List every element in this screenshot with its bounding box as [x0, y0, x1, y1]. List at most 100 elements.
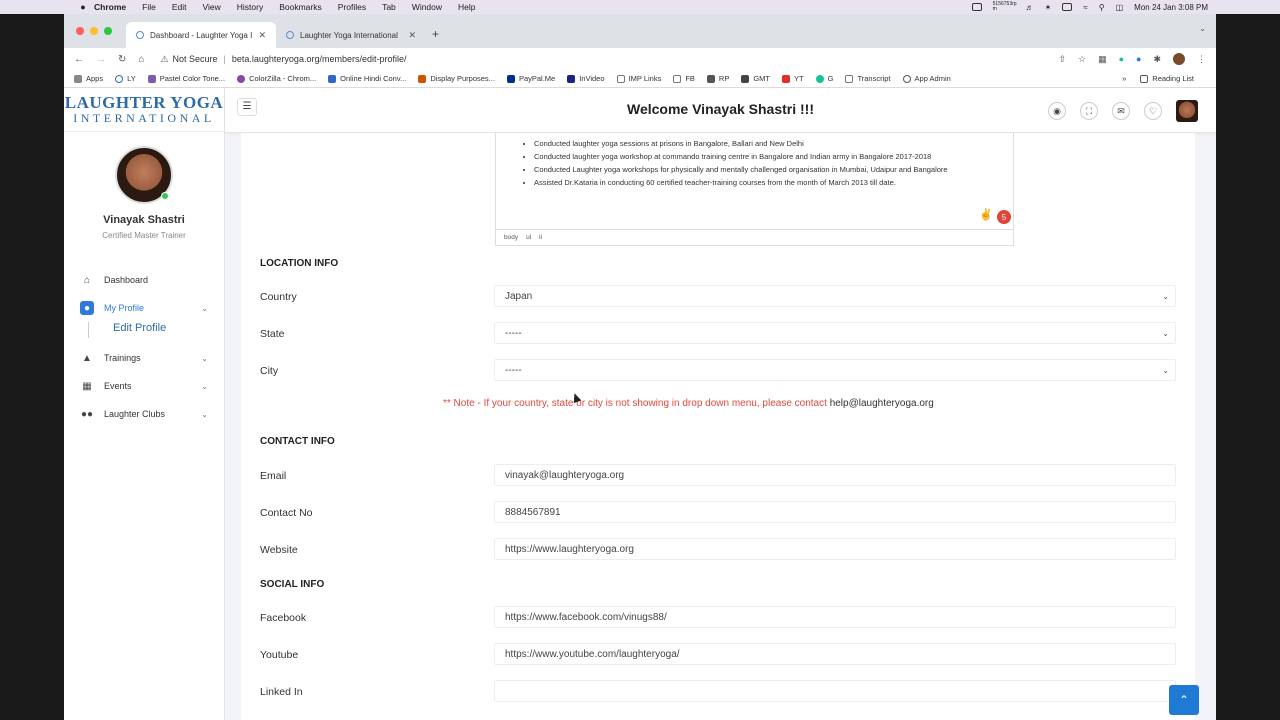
bookmark-pastel[interactable]: Pastel Color Tone...: [147, 74, 225, 83]
battery-icon[interactable]: [1062, 3, 1073, 11]
youtube-field[interactable]: https://www.youtube.com/laughteryoga/: [494, 643, 1176, 665]
tab-laughter-yoga[interactable]: Laughter Yoga International ✕: [276, 22, 426, 48]
menu-profiles[interactable]: Profiles: [338, 2, 366, 12]
bell-icon[interactable]: ♡: [1144, 102, 1162, 120]
extension-icon[interactable]: ▦: [1098, 54, 1107, 65]
state-select[interactable]: ----- ⌄: [494, 322, 1176, 344]
city-select[interactable]: ----- ⌄: [494, 359, 1176, 381]
profile-avatar-icon[interactable]: [1173, 53, 1185, 65]
chevron-down-icon[interactable]: ⌄: [201, 410, 208, 419]
scroll-to-top-button[interactable]: ⌃: [1169, 685, 1199, 715]
grammarly-badge[interactable]: 5: [997, 210, 1011, 224]
linkedin-field[interactable]: [494, 680, 1176, 702]
zoom-window-button[interactable]: [104, 27, 112, 35]
sidebar-subitem-edit-profile[interactable]: Edit Profile: [88, 322, 224, 338]
path-ul[interactable]: ul: [526, 234, 531, 241]
grammarly-icon[interactable]: ●: [1119, 54, 1124, 64]
reload-icon[interactable]: ↻: [118, 54, 126, 65]
volume-icon[interactable]: ♬: [1026, 3, 1034, 12]
sidebar-item-trainings[interactable]: ▲ Trainings ⌄: [64, 344, 224, 372]
bookmark-g[interactable]: G: [815, 74, 833, 83]
help-email-link[interactable]: help@laughteryoga.org: [830, 398, 934, 409]
bookmark-paypal[interactable]: PayPal.Me: [506, 74, 555, 83]
forward-icon[interactable]: →: [96, 54, 106, 65]
sidebar-item-events[interactable]: ▦ Events ⌄: [64, 372, 224, 400]
address-bar[interactable]: ⚠ Not Secure | beta.laughteryoga.org/mem…: [160, 54, 406, 65]
more-bookmarks-icon[interactable]: »: [1122, 74, 1126, 83]
menu-file[interactable]: File: [142, 2, 156, 12]
sidebar-item-laughter-clubs[interactable]: ●● Laughter Clubs ⌄: [64, 400, 224, 428]
bookmark-colorzilla[interactable]: ColorZilla - Chrom...: [237, 74, 316, 83]
sidebar: LAUGHTER YOGA INTERNATIONAL Vinayak Shas…: [64, 88, 225, 720]
country-select[interactable]: Japan ⌄: [494, 285, 1176, 307]
path-li[interactable]: li: [539, 234, 542, 241]
bookmark-hindi[interactable]: Online Hindi Conv...: [328, 74, 406, 83]
chevron-down-icon[interactable]: ⌄: [201, 382, 208, 391]
puzzle-icon[interactable]: ✱: [1153, 54, 1161, 65]
reading-list[interactable]: Reading List: [1140, 74, 1194, 83]
bookmark-yt[interactable]: YT: [782, 74, 804, 83]
wifi-icon[interactable]: ≈: [1083, 3, 1087, 12]
globe-icon[interactable]: ◉: [1048, 102, 1066, 120]
bio-editor[interactable]: Conducted laughter yoga sessions at pris…: [495, 133, 1014, 246]
tab-search-icon[interactable]: ⌄: [1199, 24, 1206, 33]
minimize-window-button[interactable]: [90, 27, 98, 35]
menu-edit[interactable]: Edit: [172, 2, 187, 12]
path-body[interactable]: body: [504, 234, 518, 241]
menubar-clock[interactable]: Mon 24 Jan 3:08 PM: [1134, 3, 1208, 12]
bookmark-transcript[interactable]: Transcript: [845, 74, 891, 83]
menu-bookmarks[interactable]: Bookmarks: [279, 2, 322, 12]
globe-icon: [115, 74, 124, 83]
kebab-menu-icon[interactable]: ⋮: [1197, 54, 1206, 65]
apple-icon[interactable]: ●: [72, 2, 94, 12]
new-tab-button[interactable]: +: [432, 27, 439, 41]
screen-icon[interactable]: [971, 3, 982, 11]
hand-emoji-icon[interactable]: ✌: [979, 208, 993, 221]
email-field[interactable]: vinayak@laughteryoga.org: [494, 464, 1176, 486]
menu-app[interactable]: Chrome: [94, 2, 126, 12]
mail-icon[interactable]: ✉: [1112, 102, 1130, 120]
bluetooth-icon[interactable]: ✶: [1045, 3, 1052, 12]
extension-icon[interactable]: ●: [1136, 54, 1141, 64]
country-label: Country: [260, 291, 297, 303]
sidebar-item-my-profile[interactable]: ● My Profile ⌄: [64, 294, 224, 322]
menu-help[interactable]: Help: [458, 2, 475, 12]
menu-history[interactable]: History: [237, 2, 263, 12]
tab-dashboard[interactable]: Dashboard - Laughter Yoga Int ✕: [126, 22, 276, 48]
bookmark-fb[interactable]: FB: [673, 74, 695, 83]
contact-no-field[interactable]: 8884567891: [494, 501, 1176, 523]
close-window-button[interactable]: [76, 27, 84, 35]
bookmark-invideo[interactable]: InVideo: [567, 74, 605, 83]
bookmark-display[interactable]: Display Purposes...: [418, 74, 495, 83]
control-center-icon[interactable]: ◫: [1116, 3, 1124, 12]
bookmark-star-icon[interactable]: ☆: [1078, 54, 1086, 65]
bookmark-apps[interactable]: Apps: [74, 74, 103, 83]
warning-icon[interactable]: ⚠: [160, 54, 168, 65]
search-icon[interactable]: ⚲: [1099, 3, 1105, 12]
back-icon[interactable]: ←: [74, 54, 84, 65]
menu-tab[interactable]: Tab: [382, 2, 396, 12]
fullscreen-icon[interactable]: ⛶: [1080, 102, 1098, 120]
sidebar-item-dashboard[interactable]: ⌂ Dashboard: [64, 266, 224, 294]
bookmark-gmt[interactable]: GMT: [741, 74, 770, 83]
bookmark-ly[interactable]: LY: [115, 74, 136, 83]
header-actions: ◉ ⛶ ✉ ♡: [1048, 100, 1198, 122]
home-icon[interactable]: ⌂: [138, 54, 144, 65]
bookmark-imp-links[interactable]: IMP Links: [616, 74, 661, 83]
bio-list[interactable]: Conducted laughter yoga sessions at pris…: [496, 133, 1013, 189]
tab-close-icon[interactable]: ✕: [258, 30, 266, 41]
avatar[interactable]: [1176, 100, 1198, 122]
share-icon[interactable]: ⇧: [1058, 54, 1066, 65]
chevron-down-icon[interactable]: ⌄: [201, 304, 208, 313]
menu-window[interactable]: Window: [412, 2, 442, 12]
chevron-down-icon[interactable]: ⌄: [201, 354, 208, 363]
bookmark-rp[interactable]: RP: [706, 74, 729, 83]
bookmark-app-admin[interactable]: App Admin: [902, 74, 951, 83]
tab-close-icon[interactable]: ✕: [408, 30, 416, 41]
url-text[interactable]: beta.laughteryoga.org/members/edit-profi…: [232, 54, 407, 64]
avatar[interactable]: [115, 146, 173, 204]
facebook-field[interactable]: https://www.facebook.com/vinugs88/: [494, 606, 1176, 628]
site-logo[interactable]: LAUGHTER YOGA INTERNATIONAL: [64, 88, 224, 132]
website-field[interactable]: https://www.laughteryoga.org: [494, 538, 1176, 560]
menu-view[interactable]: View: [202, 2, 220, 12]
